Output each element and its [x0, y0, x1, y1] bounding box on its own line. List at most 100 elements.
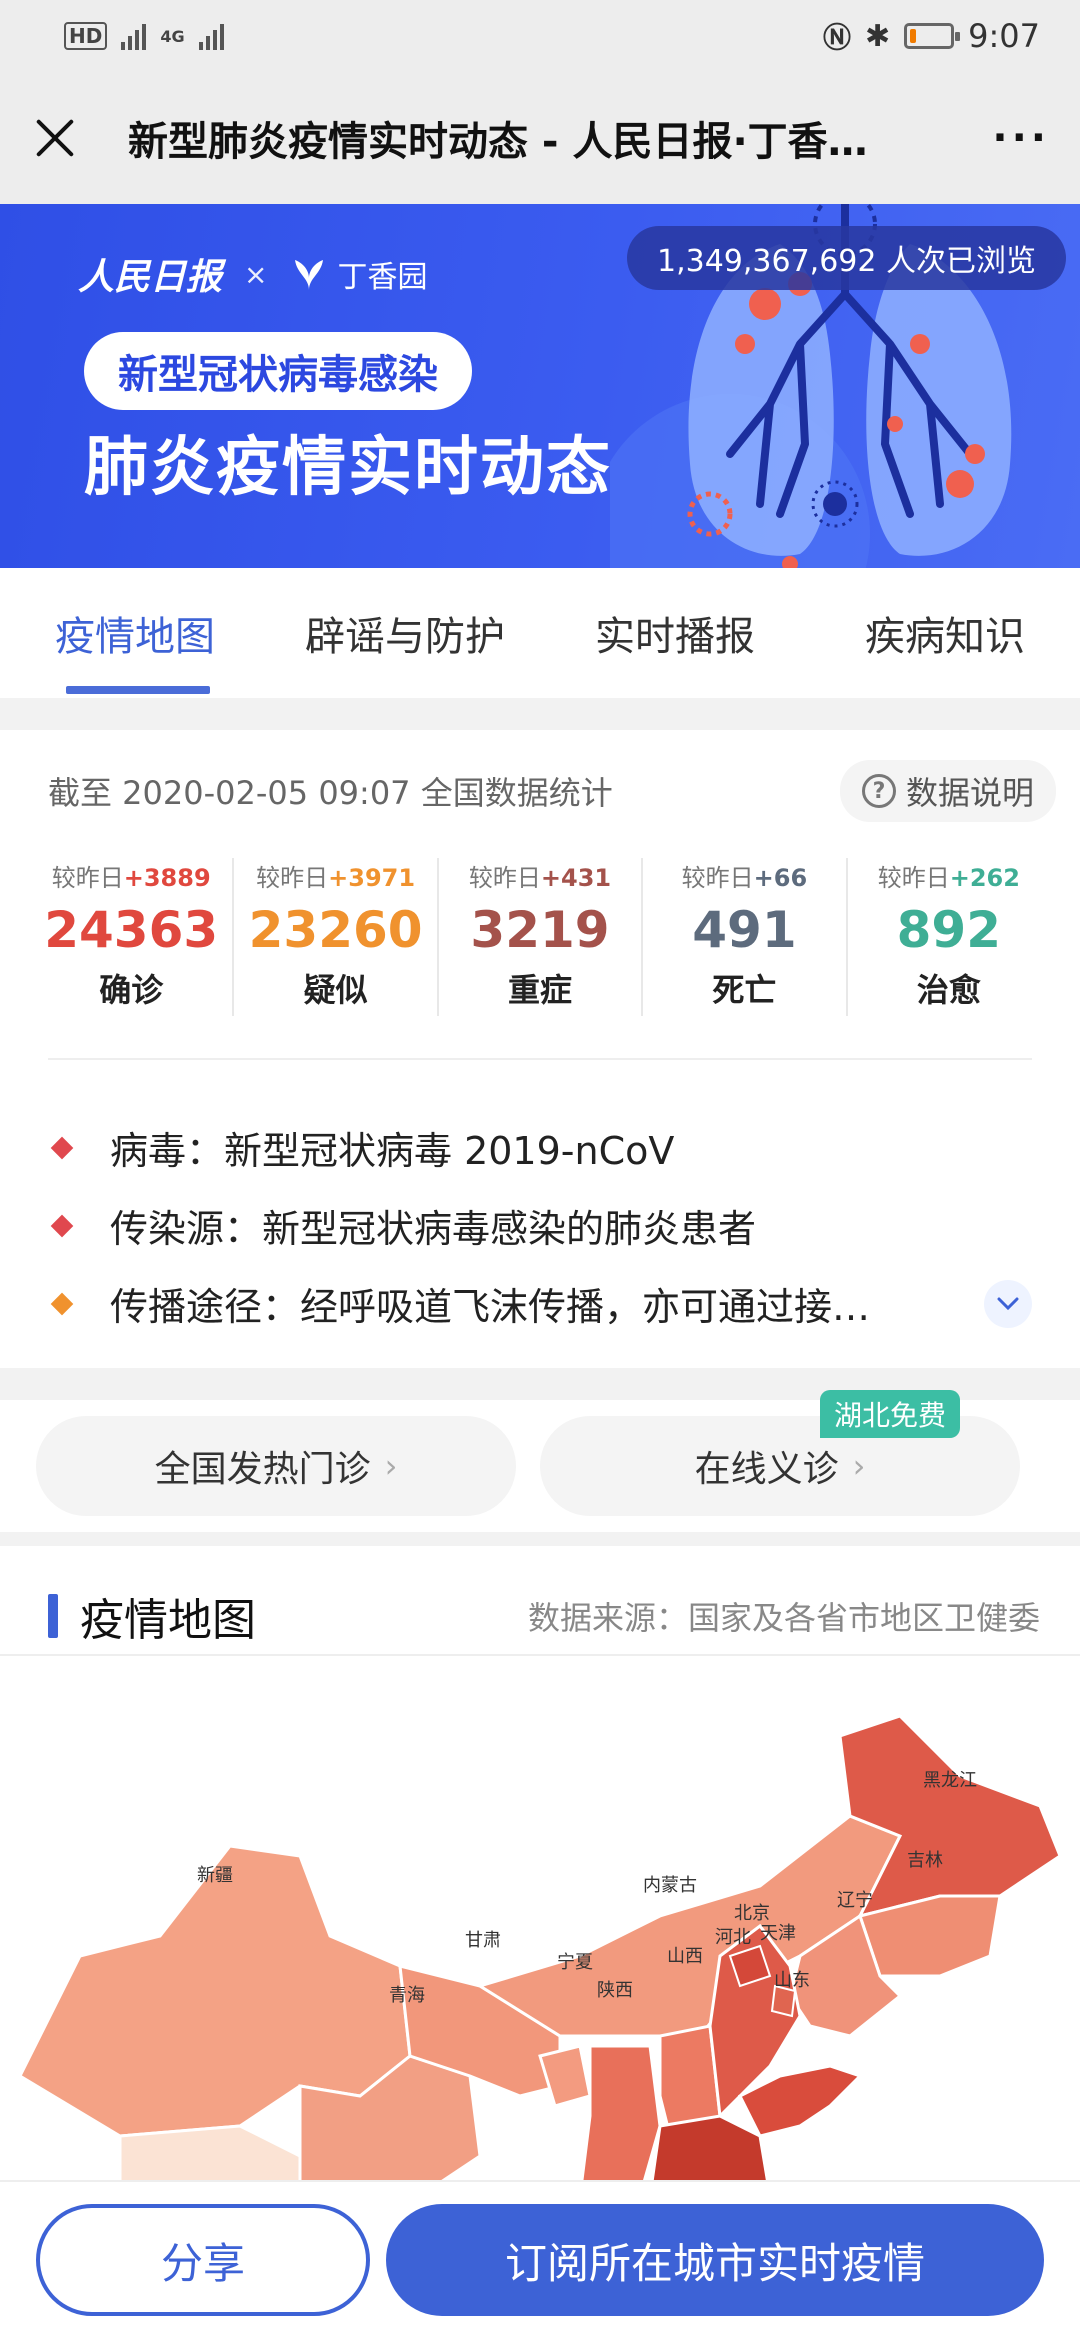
info-row-source: 传染源：新型冠状病毒感染的肺炎患者: [48, 1198, 1032, 1253]
bluetooth-icon: ✱: [865, 18, 891, 54]
stat-label: 重症: [508, 971, 573, 1009]
bullet-diamond-icon: [50, 1214, 74, 1237]
stat-value: 23260: [248, 901, 423, 959]
status-right: Ⓝ ✱ 9:07: [823, 16, 1040, 56]
stat-recovered: 较昨日+262 892 治愈: [848, 858, 1050, 1016]
banner-subtitle: 新型冠状病毒感染: [84, 332, 472, 410]
china-map[interactable]: 新疆 黑龙江 吉林 内蒙古 辽宁 北京 天津 河北 甘肃 宁夏 山西 山东 青海…: [0, 1656, 1080, 2196]
header-banner: 人民日报 × 丁香园 1,349,367,692 人次已浏览 新型冠状病毒感染 …: [0, 204, 1080, 568]
info-row-transmission: 传播途径：经呼吸道飞沫传播，亦可通过接…: [48, 1276, 1032, 1331]
dxy-flower-icon: [295, 260, 324, 290]
tab-rumors-protection[interactable]: 辟谣与防护: [270, 568, 540, 698]
status-left: HD 4G: [64, 22, 224, 50]
online-consult-button[interactable]: 在线义诊 › 湖北免费: [540, 1390, 1020, 1516]
province-tianjin: [770, 1984, 797, 2018]
label-gansu: 甘肃: [465, 1930, 501, 1950]
stat-severe: 较昨日+431 3219 重症: [439, 858, 644, 1016]
info-row-virus: 病毒：新型冠状病毒 2019-nCoV: [48, 1120, 1032, 1175]
data-explanation-label: 数据说明: [905, 774, 1034, 812]
info-text: 病毒：新型冠状病毒 2019-nCoV: [110, 1129, 675, 1173]
label-liaoning: 辽宁: [837, 1890, 873, 1910]
status-bar: HD 4G Ⓝ ✱ 9:07: [0, 0, 1080, 72]
map-header: 疫情地图 数据来源：国家及各省市地区卫健委: [48, 1566, 1040, 1666]
label-xinjiang: 新疆: [197, 1865, 233, 1885]
stat-delta: 较昨日+66: [681, 864, 808, 892]
nav-bar: 新型肺炎疫情实时动态 - 人民日报·丁香… ···: [0, 72, 1080, 204]
fever-clinic-label: 全国发热门诊: [154, 1449, 371, 1490]
stats-card: 截至 2020-02-05 09:07 全国数据统计 ? 数据说明 较昨日+38…: [0, 730, 1080, 1368]
stat-delta: 较昨日+262: [877, 864, 1020, 892]
question-mark-icon: ?: [861, 774, 896, 808]
stats-header: 截至 2020-02-05 09:07 全国数据统计 ? 数据说明: [48, 760, 1056, 822]
hd-badge: HD: [64, 22, 108, 50]
label-ningxia: 宁夏: [557, 1952, 593, 1972]
section-accent-bar: [48, 1594, 58, 1638]
stat-confirmed: 较昨日+3889 24363 确诊: [30, 858, 235, 1016]
tab-epidemic-map[interactable]: 疫情地图: [0, 568, 270, 698]
label-shandong: 山东: [774, 1970, 810, 1990]
label-neimenggu: 内蒙古: [643, 1875, 697, 1895]
network-type: 4G: [160, 26, 185, 46]
nfc-icon: Ⓝ: [822, 21, 851, 54]
stat-label: 确诊: [99, 971, 164, 1009]
signal-icon: [121, 22, 147, 50]
bottom-action-bar: 分享 订阅所在城市实时疫情: [0, 2180, 1080, 2340]
close-icon[interactable]: [30, 113, 80, 163]
label-shaanxi: 陕西: [597, 1980, 633, 2000]
stat-value: 892: [896, 901, 1002, 959]
tab-live-feed[interactable]: 实时播报: [540, 568, 810, 698]
label-hebei: 河北: [715, 1927, 751, 1947]
peoples-daily-logo: 人民日报: [78, 256, 223, 298]
bullet-diamond-icon: [50, 1292, 74, 1315]
view-count-badge: 1,349,367,692 人次已浏览: [626, 226, 1066, 290]
stat-delta-value: +262: [949, 864, 1020, 892]
label-heilongjiang: 黑龙江: [923, 1770, 977, 1790]
chevron-right-icon: ›: [852, 1447, 866, 1485]
label-shanxi: 山西: [667, 1946, 703, 1966]
signal-icon-2: [198, 22, 224, 50]
label-qinghai: 青海: [389, 1985, 425, 2005]
brand-logos: 人民日报 × 丁香园: [78, 248, 427, 300]
hubei-free-badge: 湖北免费: [819, 1390, 960, 1438]
divider: [48, 1058, 1032, 1060]
stat-delta-value: +3889: [123, 864, 211, 892]
chevron-right-icon: ›: [384, 1447, 398, 1485]
map-data-source: 数据来源：国家及各省市地区卫健委: [527, 1599, 1040, 1637]
stat-label: 疑似: [303, 971, 368, 1009]
stat-suspected: 较昨日+3971 23260 疑似: [234, 858, 439, 1016]
quick-links: 全国发热门诊 › 在线义诊 › 湖北免费: [0, 1390, 1080, 1532]
expand-chevron-icon[interactable]: [984, 1279, 1032, 1328]
info-text: 传播途径：经呼吸道飞沫传播，亦可通过接…: [110, 1285, 871, 1329]
stat-delta: 较昨日+3971: [256, 864, 416, 892]
stat-delta: 较昨日+431: [468, 864, 612, 892]
page-title: 新型肺炎疫情实时动态 - 人民日报·丁香…: [128, 119, 868, 165]
subscribe-city-button[interactable]: 订阅所在城市实时疫情: [386, 2204, 1044, 2316]
label-jilin: 吉林: [907, 1850, 943, 1870]
clock: 9:07: [968, 17, 1040, 55]
label-tianjin: 天津: [760, 1923, 796, 1943]
share-button[interactable]: 分享: [36, 2204, 370, 2316]
tab-disease-knowledge[interactable]: 疾病知识: [810, 568, 1080, 698]
banner-headline: 肺炎疫情实时动态: [84, 431, 612, 505]
stat-delta-value: +66: [753, 864, 808, 892]
map-title: 疫情地图: [80, 1595, 256, 1646]
brand-separator: ×: [244, 257, 268, 291]
more-options-icon[interactable]: ···: [992, 115, 1050, 161]
battery-icon: [904, 23, 961, 49]
stat-label: 死亡: [712, 971, 777, 1009]
label-beijing: 北京: [734, 1903, 770, 1923]
epidemic-map-section: 疫情地图 数据来源：国家及各省市地区卫健委 新疆 黑龙江 吉林 内蒙古 辽宁 北…: [0, 1546, 1080, 2196]
section-tabs: 疫情地图 辟谣与防护 实时播报 疾病知识: [0, 568, 1080, 698]
stat-value: 24363: [44, 901, 219, 959]
fever-clinic-button[interactable]: 全国发热门诊 ›: [36, 1416, 516, 1516]
stat-delta: 较昨日+3889: [51, 864, 211, 892]
data-explanation-button[interactable]: ? 数据说明: [839, 760, 1056, 822]
stat-delta-value: +3971: [328, 864, 416, 892]
stat-label: 治愈: [916, 971, 981, 1009]
stat-summary: 较昨日+3889 24363 确诊 较昨日+3971 23260 疑似 较昨日+…: [30, 858, 1050, 1016]
stat-value: 3219: [470, 901, 610, 959]
dxy-logo-text: 丁香园: [337, 260, 428, 295]
online-consult-label: 在线义诊: [694, 1449, 839, 1490]
info-text: 传染源：新型冠状病毒感染的肺炎患者: [110, 1207, 757, 1251]
bullet-diamond-icon: [50, 1136, 74, 1159]
